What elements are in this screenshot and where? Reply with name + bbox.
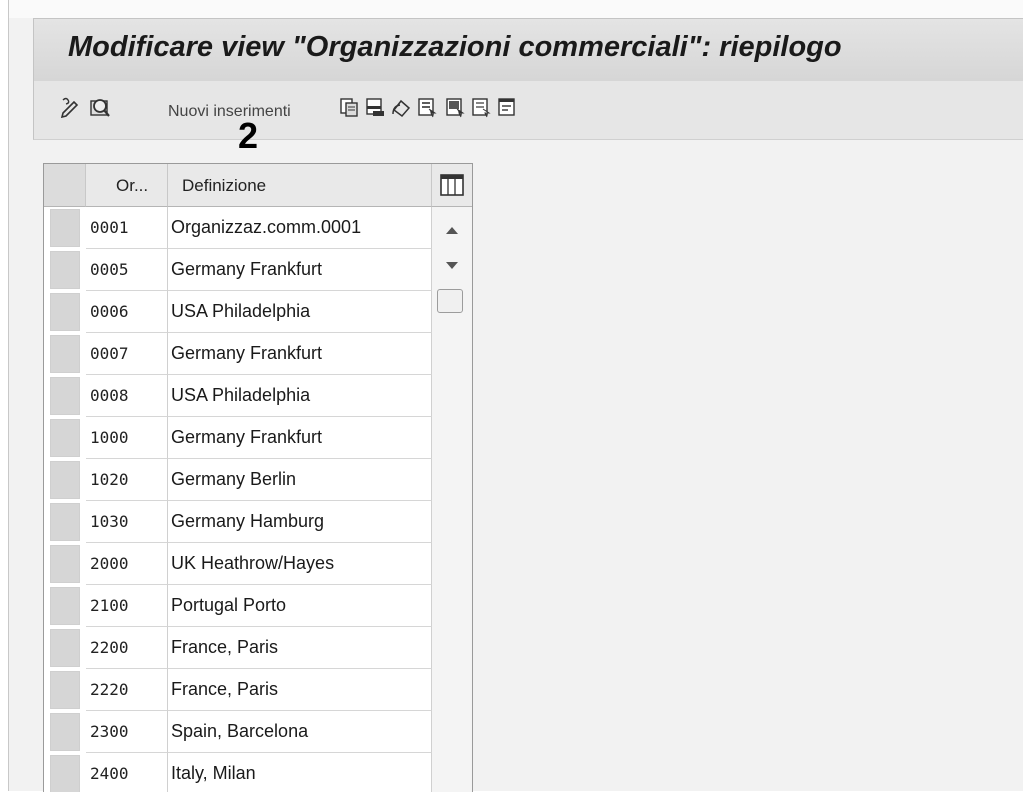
vertical-scrollbar[interactable] xyxy=(432,207,472,792)
top-strip xyxy=(9,0,1023,18)
page-title: Modificare view "Organizzazioni commerci… xyxy=(68,31,842,63)
table-row[interactable]: 2300 Spain, Barcelona xyxy=(44,711,432,753)
delete-icon[interactable] xyxy=(364,96,386,118)
definition-input[interactable]: Spain, Barcelona xyxy=(168,711,432,753)
org-code-cell: 2220 xyxy=(86,669,168,711)
row-selector[interactable] xyxy=(50,419,80,457)
table-row[interactable]: 0001 Organizzaz.comm.0001 xyxy=(44,207,432,249)
definition-input[interactable]: UK Heathrow/Hayes xyxy=(168,543,432,585)
table-row[interactable]: 2100 Portugal Porto xyxy=(44,585,432,627)
definition-input[interactable]: Germany Hamburg xyxy=(168,501,432,543)
definition-input[interactable]: France, Paris xyxy=(168,627,432,669)
row-selector[interactable] xyxy=(50,251,80,289)
row-selector[interactable] xyxy=(50,209,80,247)
table-row[interactable]: 1030 Germany Hamburg xyxy=(44,501,432,543)
row-selector[interactable] xyxy=(50,713,80,751)
new-entries-button[interactable]: Nuovi inserimenti xyxy=(168,103,291,121)
change-display-icon[interactable] xyxy=(60,96,82,118)
definition-input[interactable]: Portugal Porto xyxy=(168,585,432,627)
row-selector[interactable] xyxy=(50,461,80,499)
table-row[interactable]: 2400 Italy, Milan xyxy=(44,753,432,792)
row-selector[interactable] xyxy=(50,377,80,415)
select-all-icon[interactable] xyxy=(416,96,438,118)
annotation-marker: 2 xyxy=(238,115,259,156)
org-code-cell: 0008 xyxy=(86,375,168,417)
table-settings-icon xyxy=(440,174,464,196)
definition-input[interactable]: Germany Frankfurt xyxy=(168,249,432,291)
org-table: Or... Definizione 0001 Organizzaz.comm.00… xyxy=(43,163,473,792)
detail-icon[interactable] xyxy=(89,96,111,118)
org-code-cell: 1020 xyxy=(86,459,168,501)
undo-icon[interactable] xyxy=(390,96,412,118)
row-selector[interactable] xyxy=(50,503,80,541)
definition-input[interactable]: Germany Frankfurt xyxy=(168,333,432,375)
row-selector[interactable] xyxy=(50,545,80,583)
definition-input[interactable]: Germany Berlin xyxy=(168,459,432,501)
org-code-cell: 0006 xyxy=(86,291,168,333)
definition-input[interactable]: France, Paris xyxy=(168,669,432,711)
table-row[interactable]: 1020 Germany Berlin xyxy=(44,459,432,501)
org-code-cell: 0001 xyxy=(86,207,168,249)
scrollbar-thumb[interactable] xyxy=(437,289,463,313)
table-row[interactable]: 0006 USA Philadelphia xyxy=(44,291,432,333)
copy-icon[interactable] xyxy=(338,96,360,118)
title-bar: Modificare view "Organizzazioni commerci… xyxy=(33,18,1023,82)
table-row[interactable]: 1000 Germany Frankfurt xyxy=(44,417,432,459)
org-code-cell: 2300 xyxy=(86,711,168,753)
config-icon[interactable] xyxy=(496,96,518,118)
table-row[interactable]: 2200 France, Paris xyxy=(44,627,432,669)
definition-input[interactable]: Italy, Milan xyxy=(168,753,432,792)
table-row[interactable]: 2220 France, Paris xyxy=(44,669,432,711)
table-row[interactable]: 0008 USA Philadelphia xyxy=(44,375,432,417)
org-code-cell: 2200 xyxy=(86,627,168,669)
scroll-up-icon[interactable] xyxy=(442,221,462,241)
row-selector[interactable] xyxy=(50,335,80,373)
row-selector[interactable] xyxy=(50,293,80,331)
org-code-cell: 1000 xyxy=(86,417,168,459)
definition-input[interactable]: Germany Frankfurt xyxy=(168,417,432,459)
row-selector[interactable] xyxy=(50,629,80,667)
org-code-cell: 2100 xyxy=(86,585,168,627)
org-code-cell: 0005 xyxy=(86,249,168,291)
definition-input[interactable]: USA Philadelphia xyxy=(168,375,432,417)
org-code-cell: 2400 xyxy=(86,753,168,792)
org-code-cell: 2000 xyxy=(86,543,168,585)
table-row[interactable]: 2000 UK Heathrow/Hayes xyxy=(44,543,432,585)
column-header-definition[interactable]: Definizione xyxy=(168,164,432,207)
table-row[interactable]: 0007 Germany Frankfurt xyxy=(44,333,432,375)
deselect-all-icon[interactable] xyxy=(470,96,492,118)
definition-input[interactable]: Organizzaz.comm.0001 xyxy=(168,207,432,249)
application-toolbar: Nuovi inserimenti xyxy=(33,81,1023,140)
select-block-icon[interactable] xyxy=(444,96,466,118)
row-selector[interactable] xyxy=(50,671,80,709)
column-header-code[interactable]: Or... xyxy=(86,164,168,207)
definition-input[interactable]: USA Philadelphia xyxy=(168,291,432,333)
select-all-header[interactable] xyxy=(44,164,86,207)
table-settings-button[interactable] xyxy=(432,164,472,207)
row-selector[interactable] xyxy=(50,755,80,792)
table-row[interactable]: 0005 Germany Frankfurt xyxy=(44,249,432,291)
row-selector[interactable] xyxy=(50,587,80,625)
org-code-cell: 0007 xyxy=(86,333,168,375)
scroll-down-icon[interactable] xyxy=(442,255,462,275)
org-code-cell: 1030 xyxy=(86,501,168,543)
sap-window: Modificare view "Organizzazioni commerci… xyxy=(8,0,1023,792)
